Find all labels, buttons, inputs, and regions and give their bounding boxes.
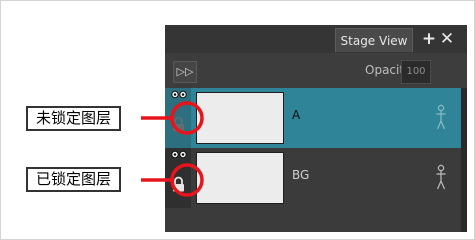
callout-overlay <box>141 101 204 197</box>
highlight-circle-locked <box>170 163 204 197</box>
highlight-circle-unlocked <box>170 101 204 135</box>
